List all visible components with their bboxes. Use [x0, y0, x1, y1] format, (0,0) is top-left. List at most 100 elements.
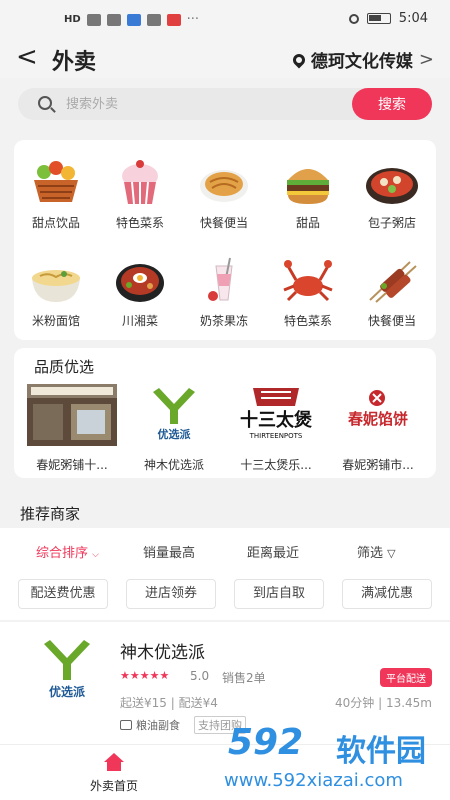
- wifi-icon: [106, 13, 121, 26]
- filter-chip[interactable]: 到店自取: [234, 579, 324, 609]
- category-label: 甜点饮品: [31, 216, 80, 230]
- category-label: 川湘菜: [121, 314, 158, 328]
- signal-icon: [86, 13, 101, 26]
- shop-category-label: 粮油副食: [136, 719, 180, 732]
- nav-home-label: 外卖首页: [89, 779, 138, 793]
- category-item[interactable]: 快餐便当: [350, 256, 434, 329]
- category-label: 快餐便当: [367, 314, 416, 328]
- recommend-filters: 综合排序 ⌵ 销量最高 距离最近 筛选 ▽ 配送费优惠 进店领券 到店自取 满减…: [0, 528, 450, 620]
- fruit-basket-icon: [28, 158, 84, 208]
- youxuanpai-logo: 优选派: [129, 384, 219, 446]
- skewers-icon: [364, 256, 420, 306]
- page-title: 外卖: [52, 50, 97, 75]
- app-header: < 外卖 德珂文化传媒 >: [0, 40, 450, 78]
- shop-name: 神木优选派: [120, 643, 205, 663]
- status-time: 5:04: [398, 11, 428, 26]
- chat-notification-icon: [146, 13, 161, 26]
- sales-count: 销售2单: [222, 671, 266, 685]
- search-icon: [38, 96, 52, 110]
- category-label: 快餐便当: [199, 216, 248, 230]
- filter-chip[interactable]: 满减优惠: [342, 579, 432, 609]
- map-pin-icon: [290, 51, 308, 68]
- category-label: 特色菜系: [283, 314, 332, 328]
- milkshake-icon: [196, 256, 252, 306]
- shopping-bag-icon: [120, 720, 132, 730]
- shop-logo-text: 优选派: [49, 684, 86, 699]
- sort-tab-label: 综合排序: [36, 546, 89, 561]
- shisantaibao-logo: 十三太煲 THIRTEENPOTS: [231, 384, 321, 446]
- category-item[interactable]: 奶茶果冻: [182, 256, 266, 329]
- quality-item[interactable]: 十三太煲 THIRTEENPOTS 十三太煲乐...: [228, 384, 324, 473]
- category-label: 奶茶果冻: [199, 314, 248, 328]
- search-input[interactable]: [66, 94, 346, 114]
- watermark-brand: 592: [228, 722, 304, 763]
- search-bar: 搜索: [18, 88, 432, 120]
- location-label: 德珂文化传媒: [310, 52, 413, 72]
- quality-label: 春妮粥铺市...: [342, 458, 414, 472]
- category-item[interactable]: 特色菜系: [98, 158, 182, 231]
- category-label: 甜品: [295, 216, 320, 230]
- sort-tab-default[interactable]: 综合排序 ⌵: [36, 542, 99, 561]
- chevron-right-icon: >: [418, 49, 434, 70]
- category-item[interactable]: 米粉面馆: [14, 256, 98, 329]
- sort-tab-label: 筛选: [357, 546, 384, 561]
- shop-logo: 优选派: [34, 636, 100, 702]
- category-item[interactable]: 包子粥店: [350, 158, 434, 231]
- storefront-photo: [27, 384, 117, 446]
- sort-tab-distance[interactable]: 距离最近: [247, 542, 299, 561]
- quality-item[interactable]: 春妮粥铺十...: [24, 384, 120, 473]
- watermark-url: www.592xiazai.com: [224, 770, 403, 791]
- filter-chip[interactable]: 进店领券: [126, 579, 216, 609]
- category-item[interactable]: 快餐便当: [182, 158, 266, 231]
- recommend-title: 推荐商家: [20, 505, 81, 523]
- star-rating-icon: ★★★★★: [120, 669, 170, 682]
- chevron-left-icon[interactable]: <: [16, 42, 38, 72]
- watermark: 592 软件园 www.592xiazai.com: [212, 722, 448, 798]
- sort-tab-sales[interactable]: 销量最高: [143, 542, 195, 561]
- status-icons: HD ···: [64, 12, 199, 27]
- search-button[interactable]: 搜索: [352, 88, 432, 120]
- crab-icon: [280, 256, 336, 306]
- category-item[interactable]: 特色菜系: [266, 256, 350, 329]
- quality-item[interactable]: 优选派 神木优选派: [126, 384, 222, 473]
- filter-chip[interactable]: 配送费优惠: [18, 579, 108, 609]
- sort-tab-filter[interactable]: 筛选 ▽: [357, 542, 396, 561]
- filter-icon: ▽: [387, 547, 396, 560]
- category-label: 包子粥店: [367, 216, 416, 230]
- app-badge-icon: [166, 13, 181, 26]
- delivery-fees: 起送¥15 | 配送¥4: [120, 696, 218, 710]
- pancake-icon: [196, 158, 252, 208]
- quality-section: 品质优选 春妮粥铺十... 优选派 神木优选派 十三太煲 THIRTEENPOTS…: [14, 348, 436, 478]
- location-status-icon: [348, 13, 359, 24]
- youxuanpai-logo-text: 优选派: [158, 427, 192, 441]
- category-label: 特色菜系: [115, 216, 164, 230]
- category-item[interactable]: 甜品: [266, 158, 350, 231]
- app-notification-icon: [126, 13, 141, 26]
- location-selector[interactable]: 德珂文化传媒 >: [290, 47, 434, 72]
- hotpot-icon: [364, 158, 420, 208]
- quality-label: 神木优选派: [143, 458, 204, 472]
- watermark-brand-cn: 软件园: [336, 734, 426, 769]
- quality-label: 春妮粥铺十...: [36, 458, 108, 472]
- nav-home[interactable]: 外卖首页: [84, 753, 144, 794]
- shisantaibao-logo-text: 十三太煲: [240, 409, 313, 431]
- category-item[interactable]: 川湘菜: [98, 256, 182, 329]
- delivery-eta: 40分钟 | 13.45m: [335, 696, 432, 710]
- burger-icon: [280, 158, 336, 208]
- rating-value: 5.0: [190, 669, 210, 683]
- chunni-logo-text: 春妮馅饼: [348, 410, 408, 428]
- quality-item[interactable]: 春妮馅饼 春妮粥铺市...: [330, 384, 426, 473]
- platform-delivery-badge: 平台配送: [380, 668, 432, 687]
- bibimbap-icon: [112, 256, 168, 306]
- network-label: HD: [64, 14, 81, 25]
- quality-title: 品质优选: [34, 358, 95, 376]
- status-bar: HD ··· 5:04: [0, 0, 450, 40]
- category-item[interactable]: 甜点饮品: [14, 158, 98, 231]
- chunni-logo: 春妮馅饼: [333, 384, 423, 446]
- shop-category: 粮油副食: [120, 717, 180, 733]
- cupcake-icon: [112, 158, 168, 208]
- chevron-down-icon: ⌵: [92, 550, 99, 560]
- category-label: 米粉面馆: [31, 314, 80, 328]
- category-grid: 甜点饮品 特色菜系 快餐便当 甜品 包子粥店 米粉面馆 川湘菜 奶茶果冻 特色菜…: [14, 140, 436, 340]
- noodle-bowl-icon: [28, 256, 84, 306]
